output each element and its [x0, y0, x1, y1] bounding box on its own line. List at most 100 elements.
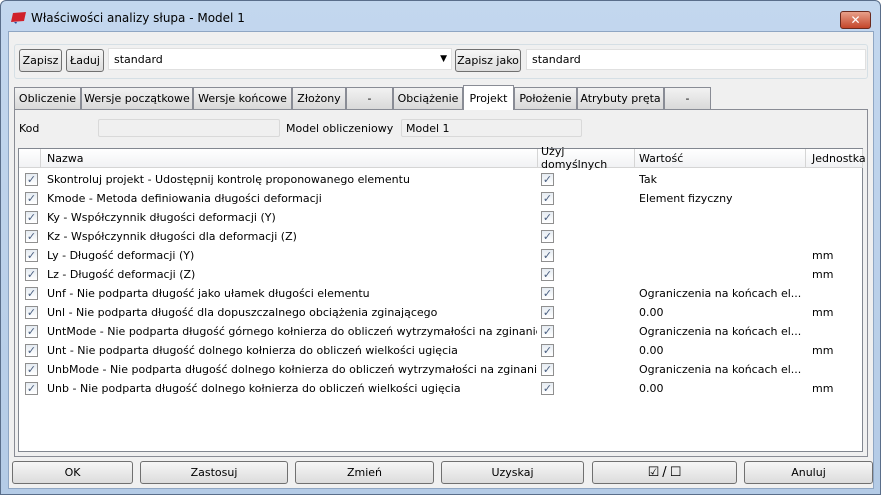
row-enable-checkbox[interactable]: ✓: [25, 230, 38, 243]
table-row[interactable]: ✓ Kmode - Metoda definiowania długości de…: [19, 189, 864, 208]
row-name: Unf - Nie podparta długość jako ułamek d…: [47, 287, 370, 300]
row-value[interactable]: [639, 265, 804, 284]
toggle-separator: /: [662, 465, 667, 480]
ok-button[interactable]: OK: [12, 461, 133, 484]
preset-value: standard: [114, 52, 163, 66]
row-value[interactable]: Ograniczenia na końcach el...: [639, 284, 804, 303]
model-field: Model 1: [401, 119, 582, 137]
row-use-default-checkbox[interactable]: ✓: [541, 249, 554, 262]
row-name: Unb - Nie podparta długość dolnego kołni…: [47, 382, 461, 395]
load-button[interactable]: Ładuj: [66, 49, 104, 72]
row-enable-checkbox[interactable]: ✓: [25, 382, 38, 395]
toggle-all-button[interactable]: ☑ / ☐: [592, 461, 737, 484]
tab-obciazenie[interactable]: Obciążenie: [393, 87, 463, 109]
app-icon: [11, 12, 26, 24]
save-as-name-input[interactable]: standard: [526, 49, 866, 70]
tab-empty-1[interactable]: -: [346, 87, 393, 109]
row-enable-checkbox[interactable]: ✓: [25, 325, 38, 338]
row-name: Unl - Nie podparta długość dla dopuszcza…: [47, 306, 438, 319]
row-use-default-checkbox[interactable]: ✓: [541, 344, 554, 357]
row-value[interactable]: 0.00: [639, 341, 804, 360]
row-enable-checkbox[interactable]: ✓: [25, 173, 38, 186]
row-value[interactable]: [639, 227, 804, 246]
preset-toolbar: Zapisz Ładuj standard ▼ Zapisz jako stan…: [14, 44, 868, 79]
row-use-default-checkbox[interactable]: ✓: [541, 192, 554, 205]
row-use-default-checkbox[interactable]: ✓: [541, 363, 554, 376]
row-value[interactable]: 0.00: [639, 303, 804, 322]
row-use-default-checkbox[interactable]: ✓: [541, 211, 554, 224]
row-unit: mm: [812, 344, 834, 357]
code-label: Kod: [19, 122, 40, 135]
row-use-default-checkbox[interactable]: ✓: [541, 382, 554, 395]
tab-wersje-koncowe[interactable]: Wersje końcowe: [193, 87, 292, 109]
row-value[interactable]: Element fizyczny: [639, 189, 804, 208]
row-name: Lz - Długość deformacji (Z): [47, 268, 196, 281]
table-row[interactable]: ✓ Skontroluj projekt - Udostępnij kontrol…: [19, 170, 864, 189]
header-use-default[interactable]: Użyj domyślnych: [538, 145, 635, 171]
row-value[interactable]: [639, 246, 804, 265]
apply-button[interactable]: Zastosuj: [140, 461, 288, 484]
table-row[interactable]: ✓ Unl - Nie podparta długość dla dopuszcz…: [19, 303, 864, 322]
table-row[interactable]: ✓ Ky - Współczynnik długości deformacji (…: [19, 208, 864, 227]
row-use-default-checkbox[interactable]: ✓: [541, 325, 554, 338]
table-row[interactable]: ✓ Unb - Nie podparta długość dolnego kołn…: [19, 379, 864, 398]
row-value[interactable]: [639, 208, 804, 227]
tab-obliczenie[interactable]: Obliczenie: [14, 87, 81, 109]
tab-zlozony[interactable]: Złożony: [292, 87, 346, 109]
get-button[interactable]: Uzyskaj: [441, 461, 584, 484]
table-row[interactable]: ✓ Unf - Nie podparta długość jako ułamek …: [19, 284, 864, 303]
tab-panel-projekt: Kod Model obliczeniowy Model 1 Nazwa Uży…: [14, 109, 868, 457]
modify-button[interactable]: Zmień: [295, 461, 434, 484]
row-enable-checkbox[interactable]: ✓: [25, 192, 38, 205]
properties-table: Nazwa Użyj domyślnych Wartość Jednostka …: [18, 145, 866, 452]
row-name: UntMode - Nie podparta długość górnego k…: [47, 325, 537, 338]
row-unit: mm: [812, 268, 834, 281]
header-value[interactable]: Wartość: [635, 149, 806, 168]
row-enable-checkbox[interactable]: ✓: [25, 363, 38, 376]
row-use-default-checkbox[interactable]: ✓: [541, 287, 554, 300]
tab-projekt[interactable]: Projekt: [463, 85, 514, 110]
dialog-client: Zapisz Ładuj standard ▼ Zapisz jako stan…: [8, 31, 874, 489]
row-enable-checkbox[interactable]: ✓: [25, 249, 38, 262]
tab-empty-2[interactable]: -: [664, 87, 711, 109]
table-row[interactable]: ✓ Ly - Długość deformacji (Y) ✓ mm: [19, 246, 864, 265]
close-button[interactable]: ✕: [840, 11, 871, 29]
save-as-button[interactable]: Zapisz jako: [455, 49, 521, 72]
row-use-default-checkbox[interactable]: ✓: [541, 173, 554, 186]
header-unit[interactable]: Jednostka: [806, 149, 866, 168]
row-value[interactable]: Ograniczenia na końcach el...: [639, 322, 804, 341]
checked-box-icon: ☑: [647, 465, 660, 480]
tab-atrybuty-preta[interactable]: Atrybuty pręta: [577, 87, 664, 109]
row-enable-checkbox[interactable]: ✓: [25, 268, 38, 281]
row-value[interactable]: 0.00: [639, 379, 804, 398]
tab-polozenie[interactable]: Położenie: [514, 87, 577, 109]
row-unit: mm: [812, 306, 834, 319]
preset-select[interactable]: standard ▼: [108, 48, 452, 70]
row-name: Ly - Długość deformacji (Y): [47, 249, 195, 262]
chevron-down-icon[interactable]: ▼: [440, 54, 447, 64]
row-unit: mm: [812, 382, 834, 395]
row-enable-checkbox[interactable]: ✓: [25, 306, 38, 319]
cancel-button[interactable]: Anuluj: [744, 461, 873, 484]
header-checkbox-col: [19, 149, 41, 168]
table-row[interactable]: ✓ UntMode - Nie podparta długość górnego …: [19, 322, 864, 341]
row-name: Ky - Współczynnik długości deformacji (Y…: [47, 211, 276, 224]
tab-wersje-poczatkowe[interactable]: Wersje początkowe: [81, 87, 193, 109]
row-enable-checkbox[interactable]: ✓: [25, 344, 38, 357]
row-name: Unt - Nie podparta długość dolnego kołni…: [47, 344, 458, 357]
unchecked-box-icon: ☐: [669, 465, 682, 480]
dialog-window: Właściwości analizy słupa - Model 1 ✕ Za…: [0, 0, 881, 495]
table-row[interactable]: ✓ Unt - Nie podparta długość dolnego kołn…: [19, 341, 864, 360]
header-name[interactable]: Nazwa: [41, 149, 538, 168]
row-enable-checkbox[interactable]: ✓: [25, 287, 38, 300]
table-row[interactable]: ✓ UnbMode - Nie podparta długość dolnego …: [19, 360, 864, 379]
save-button[interactable]: Zapisz: [19, 49, 62, 72]
row-value[interactable]: Ograniczenia na końcach el...: [639, 360, 804, 379]
row-use-default-checkbox[interactable]: ✓: [541, 230, 554, 243]
row-use-default-checkbox[interactable]: ✓: [541, 268, 554, 281]
row-use-default-checkbox[interactable]: ✓: [541, 306, 554, 319]
table-row[interactable]: ✓ Lz - Długość deformacji (Z) ✓ mm: [19, 265, 864, 284]
table-row[interactable]: ✓ Kz - Współczynnik długości dla deformac…: [19, 227, 864, 246]
row-value[interactable]: Tak: [639, 170, 804, 189]
row-enable-checkbox[interactable]: ✓: [25, 211, 38, 224]
